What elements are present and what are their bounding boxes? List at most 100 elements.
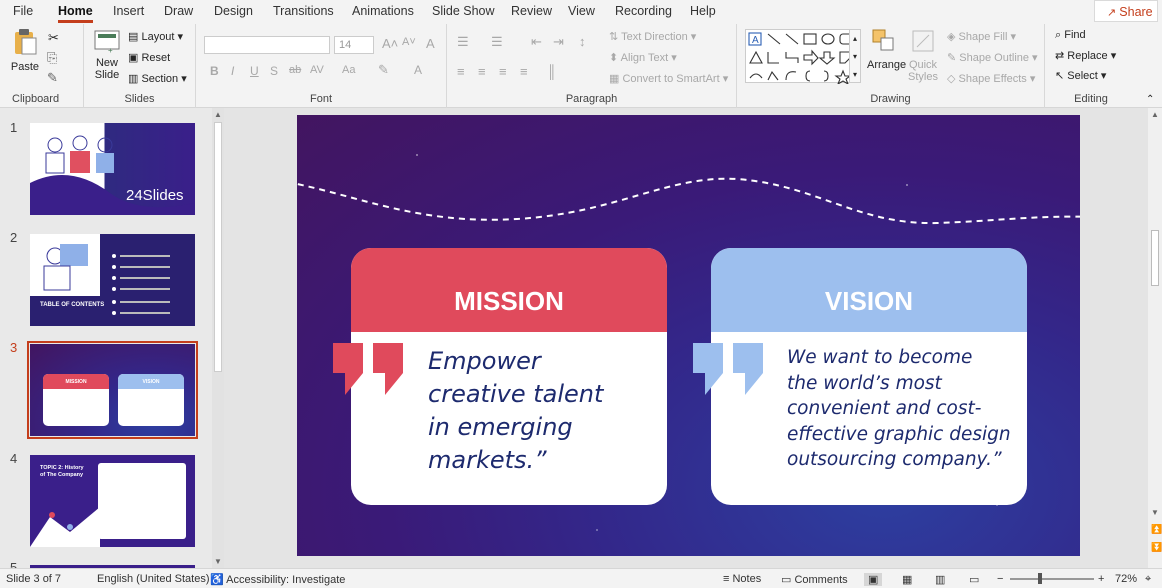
tab-help[interactable]: Help: [690, 4, 716, 18]
align-right-icon[interactable]: ≡: [499, 64, 507, 79]
share-button[interactable]: ↗ Share: [1094, 0, 1158, 22]
font-size-box[interactable]: 14: [334, 36, 374, 54]
zoom-out-icon[interactable]: −: [997, 573, 1003, 585]
numbering-icon[interactable]: ☰: [491, 34, 503, 50]
bullets-icon[interactable]: ☰: [457, 34, 469, 50]
align-left-icon[interactable]: ≡: [457, 64, 465, 79]
shape-effects-button[interactable]: ◇ Shape Effects ▾: [947, 72, 1035, 85]
thumb-vision-card: VISION: [118, 374, 184, 426]
slide-number-2: 2: [10, 230, 18, 245]
format-painter-icon[interactable]: ✎: [47, 70, 58, 86]
zoom-slider-thumb[interactable]: [1038, 573, 1042, 584]
collapse-ribbon-icon[interactable]: ⌃: [1146, 94, 1154, 105]
tab-file[interactable]: File: [13, 4, 33, 18]
tab-insert[interactable]: Insert: [113, 4, 144, 18]
previous-slide-icon[interactable]: ⏫: [1151, 524, 1162, 535]
font-name-box[interactable]: [204, 36, 330, 54]
italic-icon[interactable]: I: [231, 64, 234, 78]
align-text-button[interactable]: ⬍ Align Text ▾: [609, 51, 677, 64]
strikethrough-icon[interactable]: ab: [289, 64, 301, 76]
shape-fill-button[interactable]: ◈ Shape Fill ▾: [947, 30, 1016, 43]
normal-view-icon[interactable]: ▣: [864, 573, 883, 586]
tab-draw[interactable]: Draw: [164, 4, 193, 18]
section-button[interactable]: ▥ Section ▾: [128, 72, 187, 85]
reset-button[interactable]: ▣ Reset: [128, 51, 170, 64]
quick-styles-button[interactable]: Quick Styles: [905, 28, 941, 83]
underline-icon[interactable]: U: [250, 64, 259, 78]
tab-review[interactable]: Review: [511, 4, 552, 18]
slide-thumbnail-3[interactable]: MISSION VISION: [30, 344, 195, 436]
slide-scroll-thumb[interactable]: [1151, 230, 1159, 286]
zoom-level[interactable]: 72%: [1115, 573, 1137, 585]
decrease-indent-icon[interactable]: ⇤: [531, 34, 542, 50]
notes-button[interactable]: ≡ Notes: [723, 573, 761, 585]
tab-slide-show[interactable]: Slide Show: [432, 4, 495, 18]
group-font: 14 A˄ A˅ A B I U S ab AV Aa ✎ A Font: [196, 24, 447, 108]
increase-indent-icon[interactable]: ⇥: [553, 34, 564, 50]
decrease-font-icon[interactable]: A˅: [402, 36, 416, 48]
next-slide-icon[interactable]: ⏬: [1151, 542, 1162, 553]
slide-thumbnail-4[interactable]: TOPIC 2: History of The Company: [30, 455, 195, 547]
font-size-value: 14: [339, 39, 352, 51]
zoom-in-icon[interactable]: +: [1098, 573, 1104, 585]
climbers-illustration-icon: [30, 507, 100, 547]
thumbnail-scroll-up[interactable]: ▲: [214, 110, 222, 119]
tab-recording[interactable]: Recording: [615, 4, 672, 18]
slide-sorter-icon[interactable]: ▦: [902, 573, 912, 586]
slide-thumbnail-1[interactable]: 24Slides: [30, 123, 195, 215]
clear-formatting-icon[interactable]: A: [426, 36, 435, 51]
shapes-gallery[interactable]: A: [745, 29, 861, 86]
highlight-icon[interactable]: ✎: [378, 62, 389, 78]
shape-outline-button[interactable]: ✎ Shape Outline ▾: [947, 51, 1038, 64]
slide-thumbnail-2[interactable]: TABLE OF CONTENTS: [30, 234, 195, 326]
find-button[interactable]: ⌕ Find: [1055, 29, 1086, 42]
mission-line: Empower: [428, 347, 541, 375]
change-case-icon[interactable]: Aa: [342, 64, 355, 76]
paste-button[interactable]: Paste: [8, 28, 42, 84]
copy-icon[interactable]: ⎘: [47, 50, 57, 66]
thumb-mission-header: MISSION: [43, 374, 109, 389]
shapes-scroll[interactable]: ▴ ▾ ▾: [849, 29, 861, 83]
line-spacing-icon[interactable]: ↕: [579, 34, 586, 49]
shadow-icon[interactable]: S: [270, 64, 278, 78]
tab-animations[interactable]: Animations: [352, 4, 414, 18]
font-color-icon[interactable]: A: [414, 63, 422, 77]
group-clipboard: Paste ✂ ⎘ ✎ Clipboard: [0, 24, 84, 108]
layout-button[interactable]: ▤ Layout ▾: [128, 30, 183, 43]
find-icon: ⌕: [1055, 29, 1065, 41]
replace-button[interactable]: ⇄ Replace ▾: [1055, 49, 1116, 62]
thumbnail-scroll-down[interactable]: ▼: [214, 557, 222, 566]
tab-transitions[interactable]: Transitions: [273, 4, 334, 18]
zoom-slider[interactable]: [1010, 578, 1094, 580]
arrange-label: Arrange: [867, 59, 907, 71]
bold-icon[interactable]: B: [210, 64, 219, 78]
slide-scroll-up[interactable]: ▲: [1151, 110, 1159, 119]
comments-button[interactable]: ▭ Comments: [781, 573, 848, 586]
justify-icon[interactable]: ≡: [520, 64, 528, 79]
slideshow-view-icon[interactable]: ▭: [969, 573, 979, 586]
tab-home[interactable]: Home: [58, 4, 93, 23]
align-center-icon[interactable]: ≡: [478, 64, 486, 79]
shape-fill-icon: ◈: [947, 31, 959, 43]
tab-design[interactable]: Design: [214, 4, 253, 18]
cut-icon[interactable]: ✂: [48, 30, 59, 46]
slide-scroll-down[interactable]: ▼: [1151, 508, 1159, 517]
new-slide-button[interactable]: + New Slide: [90, 28, 124, 81]
tab-view[interactable]: View: [568, 4, 595, 18]
fit-to-window-icon[interactable]: ⌖: [1145, 573, 1151, 586]
increase-font-icon[interactable]: A˄: [382, 36, 398, 51]
thumbnail-scroll-thumb[interactable]: [214, 122, 222, 372]
text-direction-button[interactable]: ⇅ Text Direction ▾: [609, 30, 696, 43]
convert-smartart-button[interactable]: ▦ Convert to SmartArt ▾: [609, 72, 728, 85]
reading-view-icon[interactable]: ▥: [935, 573, 945, 586]
columns-icon[interactable]: ║: [547, 64, 556, 79]
vision-line: outsourcing company.”: [787, 449, 1002, 470]
language-indicator[interactable]: English (United States): [97, 573, 210, 585]
current-slide[interactable]: MISSION Empower creative talent in emerg…: [297, 115, 1080, 556]
arrange-button[interactable]: Arrange: [867, 28, 907, 71]
accessibility-button[interactable]: ♿ Accessibility: Investigate: [210, 573, 345, 586]
slide-scrollbar[interactable]: ▲ ▼ ⏫ ⏬: [1148, 108, 1162, 568]
thumbnail-scrollbar[interactable]: ▲ ▼: [212, 108, 224, 568]
char-spacing-icon[interactable]: AV: [310, 64, 324, 76]
select-button[interactable]: ↖ Select ▾: [1055, 69, 1106, 82]
